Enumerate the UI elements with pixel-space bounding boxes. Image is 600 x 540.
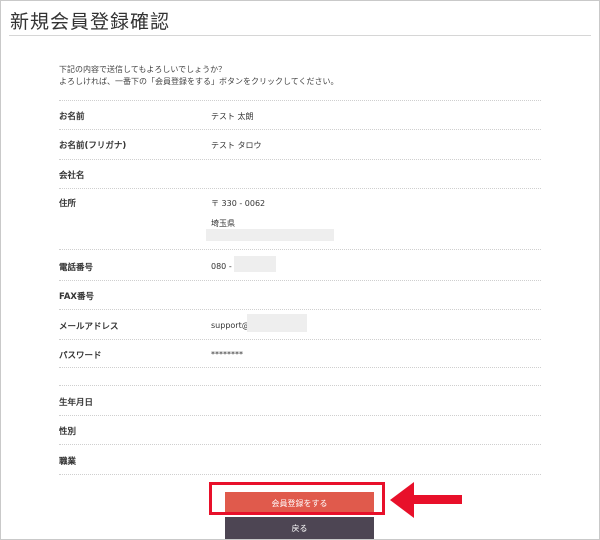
birthday-label: 生年月日 xyxy=(59,398,94,408)
name-label: お名前 xyxy=(59,112,85,122)
phone-value: 080 - xyxy=(211,262,232,271)
password-value: ******** xyxy=(211,350,243,359)
left-arrow-icon xyxy=(390,482,462,518)
row-divider xyxy=(59,100,541,101)
row-divider xyxy=(59,339,541,340)
row-divider xyxy=(59,385,541,386)
row-divider xyxy=(59,159,541,160)
row-divider xyxy=(59,309,541,310)
intro-text: 下記の内容で送信してもよろしいでしょうか？ よろしければ、一番下の「会員登録をす… xyxy=(59,64,339,88)
name-kana-label: お名前(フリガナ) xyxy=(59,141,127,151)
confirmation-page: 新規会員登録確認 下記の内容で送信してもよろしいでしょうか？ よろしければ、一番… xyxy=(0,0,600,540)
occupation-label: 職業 xyxy=(59,457,77,467)
row-divider xyxy=(59,444,541,445)
company-label: 会社名 xyxy=(59,171,85,181)
row-divider xyxy=(59,367,541,368)
row-divider xyxy=(59,280,541,281)
address-postal: 〒 330 - 0062 xyxy=(211,199,266,208)
address-prefecture: 埼玉県 xyxy=(211,219,235,228)
row-divider xyxy=(59,129,541,130)
row-divider xyxy=(59,415,541,416)
email-value: support@ xyxy=(211,321,250,330)
phone-label: 電話番号 xyxy=(59,263,94,273)
row-divider xyxy=(59,188,541,189)
intro-line-2: よろしければ、一番下の「会員登録をする」ボタンをクリックしてください。 xyxy=(59,77,339,86)
gender-label: 性別 xyxy=(59,427,77,437)
redacted-address-line xyxy=(206,229,334,241)
address-label: 住所 xyxy=(59,199,77,209)
title-divider xyxy=(9,35,591,36)
back-button[interactable]: 戻る xyxy=(225,517,374,539)
page-title: 新規会員登録確認 xyxy=(10,11,171,33)
password-label: パスワード xyxy=(59,351,102,361)
highlight-box xyxy=(209,482,385,515)
intro-line-1: 下記の内容で送信してもよろしいでしょうか？ xyxy=(59,65,227,74)
row-divider xyxy=(59,474,541,475)
redacted-phone xyxy=(234,256,276,272)
name-value: テスト 太朗 xyxy=(211,112,254,121)
fax-label: FAX番号 xyxy=(59,292,94,302)
email-label: メールアドレス xyxy=(59,322,119,332)
redacted-email xyxy=(247,314,307,332)
name-kana-value: テスト タロウ xyxy=(211,141,262,150)
row-divider xyxy=(59,249,541,250)
